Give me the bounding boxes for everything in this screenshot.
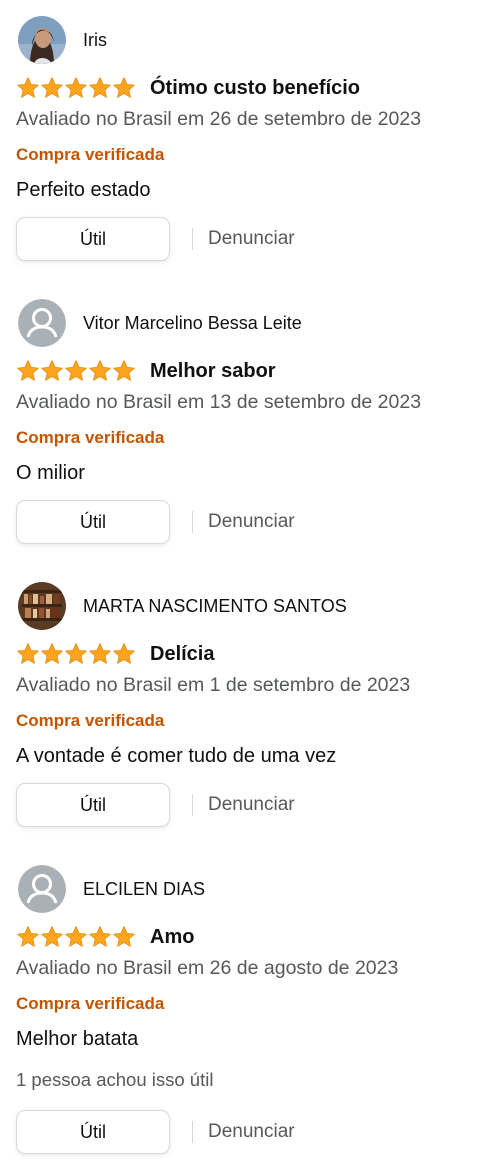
star-icon: [40, 925, 64, 949]
helpful-button[interactable]: Útil: [16, 783, 170, 827]
review-date: Avaliado no Brasil em 13 de setembro de …: [16, 391, 422, 413]
report-link[interactable]: Denunciar: [208, 228, 295, 250]
star-icon: [88, 76, 112, 100]
star-rating[interactable]: [16, 642, 136, 666]
reviewer-name: Iris: [83, 29, 107, 50]
reviewer-profile[interactable]: ELCILEN DIAS: [18, 865, 205, 913]
reviewer-name: ELCILEN DIAS: [83, 878, 206, 899]
star-icon: [40, 76, 64, 100]
star-icon: [64, 925, 88, 949]
default-user-avatar-icon: [18, 299, 66, 347]
review-text: O milior: [16, 462, 85, 484]
review-date: Avaliado no Brasil em 1 de setembro de 2…: [16, 674, 411, 696]
review-title[interactable]: Amo: [150, 926, 194, 949]
divider: [192, 511, 193, 533]
star-icon: [112, 642, 136, 666]
verified-purchase-badge[interactable]: Compra verificada: [16, 428, 164, 448]
review-actions: Útil Denunciar: [16, 782, 295, 828]
report-link[interactable]: Denunciar: [208, 794, 295, 816]
star-icon: [64, 642, 88, 666]
star-icon: [88, 642, 112, 666]
star-icon: [112, 76, 136, 100]
helpful-count-text: 1 pessoa achou isso útil: [16, 1069, 214, 1090]
star-icon: [64, 359, 88, 383]
star-rating[interactable]: [16, 359, 136, 383]
star-rating[interactable]: [16, 925, 136, 949]
divider: [192, 228, 193, 250]
rating-row: Melhor sabor: [16, 357, 276, 385]
rating-row: Ótimo custo benefício: [16, 74, 360, 102]
report-link[interactable]: Denunciar: [208, 1121, 295, 1143]
review-text: Perfeito estado: [16, 179, 151, 201]
star-icon: [112, 359, 136, 383]
helpful-button[interactable]: Útil: [16, 500, 170, 544]
review-title[interactable]: Ótimo custo benefício: [150, 77, 360, 100]
verified-purchase-badge[interactable]: Compra verificada: [16, 145, 164, 165]
star-icon: [112, 925, 136, 949]
rating-row: Delícia: [16, 640, 214, 668]
review-text: Melhor batata: [16, 1028, 139, 1050]
star-icon: [64, 76, 88, 100]
default-user-avatar-icon: [18, 865, 66, 913]
helpful-button[interactable]: Útil: [16, 1110, 170, 1154]
user-photo-avatar: [18, 16, 66, 64]
divider: [192, 794, 193, 816]
reviewer-profile[interactable]: Iris: [18, 16, 107, 64]
review-text: A vontade é comer tudo de uma vez: [16, 745, 337, 767]
star-icon: [88, 359, 112, 383]
star-icon: [16, 642, 40, 666]
reviewer-profile[interactable]: Vitor Marcelino Bessa Leite: [18, 299, 302, 347]
star-icon: [40, 359, 64, 383]
star-icon: [16, 359, 40, 383]
review-actions: Útil Denunciar: [16, 499, 295, 545]
review-title[interactable]: Delícia: [150, 643, 214, 666]
review-actions: Útil Denunciar: [16, 216, 295, 262]
star-icon: [40, 642, 64, 666]
reviewer-name: Vitor Marcelino Bessa Leite: [83, 312, 302, 333]
star-rating[interactable]: [16, 76, 136, 100]
verified-purchase-badge[interactable]: Compra verificada: [16, 994, 164, 1014]
reviewer-name: MARTA NASCIMENTO SANTOS: [83, 595, 347, 616]
report-link[interactable]: Denunciar: [208, 511, 295, 533]
review-date: Avaliado no Brasil em 26 de setembro de …: [16, 108, 422, 130]
star-icon: [88, 925, 112, 949]
divider: [192, 1121, 193, 1143]
star-icon: [16, 925, 40, 949]
review-actions: Útil Denunciar: [16, 1109, 295, 1155]
star-icon: [16, 76, 40, 100]
rating-row: Amo: [16, 923, 194, 951]
reviewer-profile[interactable]: MARTA NASCIMENTO SANTOS: [18, 582, 347, 630]
helpful-button[interactable]: Útil: [16, 217, 170, 261]
bookshelf-photo-avatar: [18, 582, 66, 630]
review-title[interactable]: Melhor sabor: [150, 360, 276, 383]
verified-purchase-badge[interactable]: Compra verificada: [16, 711, 164, 731]
review-date: Avaliado no Brasil em 26 de agosto de 20…: [16, 957, 399, 979]
